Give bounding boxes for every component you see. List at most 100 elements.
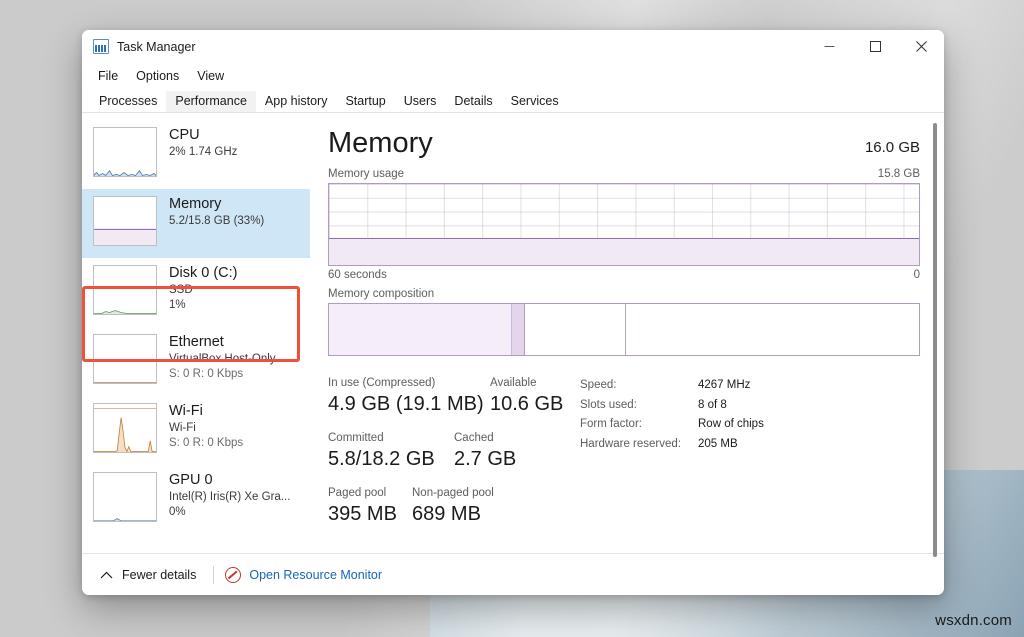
memory-thumbnail-graph <box>93 196 157 246</box>
scrollbar-thumb[interactable] <box>933 123 937 557</box>
menu-file[interactable]: File <box>90 66 126 86</box>
sidebar-item-cpu[interactable]: CPU 2% 1.74 GHz <box>82 120 310 189</box>
cpu-thumbnail-graph <box>93 127 157 177</box>
disk-thumbnail-graph <box>93 265 157 315</box>
sidebar-item-ethernet[interactable]: Ethernet VirtualBox Host-Only... S: 0 R:… <box>82 327 310 396</box>
tab-performance[interactable]: Performance <box>166 91 256 112</box>
tab-services[interactable]: Services <box>502 91 568 112</box>
memory-statistics: In use (Compressed) 4.9 GB (19.1 MB) Ava… <box>328 375 920 540</box>
spec-hardware-reserved-label: Hardware reserved: <box>580 435 698 455</box>
stat-paged-pool-value: 395 MB <box>328 501 412 527</box>
disk-sparkline-icon <box>94 266 156 314</box>
task-manager-window: Task Manager <box>82 30 944 595</box>
axis-label-left: 60 seconds <box>328 269 387 281</box>
stat-available-value: 10.6 GB <box>490 391 563 417</box>
stat-nonpaged-pool-label: Non-paged pool <box>412 485 494 501</box>
memory-composition-bar[interactable] <box>328 303 920 356</box>
stat-cached-label: Cached <box>454 430 516 446</box>
cpu-sparkline-icon <box>94 128 156 176</box>
sidebar-item-wifi-text: Wi-Fi Wi-Fi S: 0 R: 0 Kbps <box>169 402 243 451</box>
spec-speed: Speed: 4267 MHz <box>580 376 920 396</box>
sidebar-item-memory[interactable]: Memory 5.2/15.8 GB (33%) <box>82 189 310 258</box>
sidebar-item-disk-0-line2: 1% <box>169 298 237 313</box>
spec-slots-used-label: Slots used: <box>580 396 698 416</box>
watermark: wsxdn.com <box>935 612 1012 629</box>
stat-cached: Cached 2.7 GB <box>454 430 516 472</box>
sidebar-item-disk-0[interactable]: Disk 0 (C:) SSD 1% <box>82 258 310 327</box>
memory-usage-caption-row: Memory usage 15.8 GB <box>328 168 920 180</box>
stat-cached-value: 2.7 GB <box>454 446 516 472</box>
stat-row-committed: Committed 5.8/18.2 GB Cached 2.7 GB <box>328 430 580 472</box>
stat-row-pools: Paged pool 395 MB Non-paged pool 689 MB <box>328 485 580 527</box>
tab-processes[interactable]: Processes <box>90 91 166 112</box>
sidebar-item-gpu-0-line2: 0% <box>169 505 290 520</box>
sidebar-item-cpu-line1: 2% 1.74 GHz <box>169 145 237 160</box>
main-scrollbar[interactable] <box>930 117 940 549</box>
fewer-details-label: Fewer details <box>122 568 196 582</box>
tab-users[interactable]: Users <box>395 91 446 112</box>
stat-paged-pool: Paged pool 395 MB <box>328 485 412 527</box>
close-icon <box>916 41 927 52</box>
gpu-thumbnail-graph <box>93 472 157 522</box>
spec-form-factor-value: Row of chips <box>698 415 764 435</box>
window-footer: Fewer details Open Resource Monitor <box>82 553 944 595</box>
resource-monitor-icon <box>225 567 241 583</box>
memory-usage-area <box>329 238 919 265</box>
sidebar-item-disk-0-text: Disk 0 (C:) SSD 1% <box>169 264 237 313</box>
chevron-up-icon <box>100 571 113 579</box>
stat-available-label: Available <box>490 375 563 391</box>
sidebar-item-ethernet-title: Ethernet <box>169 333 284 352</box>
maximize-button[interactable] <box>852 30 898 63</box>
fewer-details-button[interactable]: Fewer details <box>94 564 202 586</box>
composition-segment-standby <box>525 304 626 355</box>
memory-usage-axis: 60 seconds 0 <box>328 269 920 281</box>
menu-bar: File Options View <box>82 63 944 89</box>
stat-committed-value: 5.8/18.2 GB <box>328 446 454 472</box>
sidebar-item-memory-line1: 5.2/15.8 GB (33%) <box>169 214 264 229</box>
tab-app-history[interactable]: App history <box>256 91 337 112</box>
open-resource-monitor-link[interactable]: Open Resource Monitor <box>225 567 382 583</box>
spec-hardware-reserved-value: 205 MB <box>698 435 738 455</box>
spec-speed-label: Speed: <box>580 376 698 396</box>
sidebar-item-disk-0-title: Disk 0 (C:) <box>169 264 237 283</box>
sidebar-item-wifi-line2: S: 0 R: 0 Kbps <box>169 436 243 451</box>
memory-header: Memory 16.0 GB <box>328 125 920 161</box>
spec-form-factor-label: Form factor: <box>580 415 698 435</box>
tab-details[interactable]: Details <box>445 91 501 112</box>
memory-usage-graph <box>328 183 920 266</box>
memory-total-value: 16.0 GB <box>865 139 920 156</box>
spec-speed-value: 4267 MHz <box>698 376 750 396</box>
gpu-sparkline-icon <box>94 473 156 521</box>
stat-in-use: In use (Compressed) 4.9 GB (19.1 MB) <box>328 375 490 417</box>
sidebar-item-cpu-title: CPU <box>169 126 237 145</box>
sidebar-item-disk-0-line1: SSD <box>169 283 237 298</box>
sidebar-item-wifi-line1: Wi-Fi <box>169 421 243 436</box>
composition-segment-in-use <box>329 304 512 355</box>
tab-startup[interactable]: Startup <box>336 91 394 112</box>
minimize-button[interactable] <box>806 30 852 63</box>
close-button[interactable] <box>898 30 944 63</box>
maximize-icon <box>870 41 881 52</box>
window-controls <box>806 30 944 63</box>
memory-usage-max: 15.8 GB <box>878 168 920 180</box>
sidebar-item-cpu-text: CPU 2% 1.74 GHz <box>169 126 237 160</box>
sidebar-item-gpu-0[interactable]: GPU 0 Intel(R) Iris(R) Xe Gra... 0% <box>82 465 310 534</box>
sidebar-item-ethernet-line1: VirtualBox Host-Only... <box>169 352 284 367</box>
title-bar: Task Manager <box>82 30 944 63</box>
sidebar-item-gpu-0-title: GPU 0 <box>169 471 290 490</box>
composition-segment-free <box>626 304 919 355</box>
sidebar-item-gpu-0-text: GPU 0 Intel(R) Iris(R) Xe Gra... 0% <box>169 471 290 520</box>
spec-slots-used-value: 8 of 8 <box>698 396 727 416</box>
memory-usage-caption: Memory usage <box>328 168 404 180</box>
axis-label-right: 0 <box>914 269 920 281</box>
page-title: Memory <box>328 125 433 161</box>
desktop-background: wsxdn.com Task Manager <box>0 0 1024 637</box>
menu-view[interactable]: View <box>189 66 232 86</box>
memory-specs: Speed: 4267 MHz Slots used: 8 of 8 Form … <box>580 375 920 540</box>
wifi-sparkline-icon <box>94 404 156 452</box>
wifi-thumbnail-graph <box>93 403 157 453</box>
menu-options[interactable]: Options <box>128 66 187 86</box>
sidebar-item-wifi[interactable]: Wi-Fi Wi-Fi S: 0 R: 0 Kbps <box>82 396 310 465</box>
minimize-icon <box>824 41 835 52</box>
stat-in-use-label: In use (Compressed) <box>328 375 490 391</box>
